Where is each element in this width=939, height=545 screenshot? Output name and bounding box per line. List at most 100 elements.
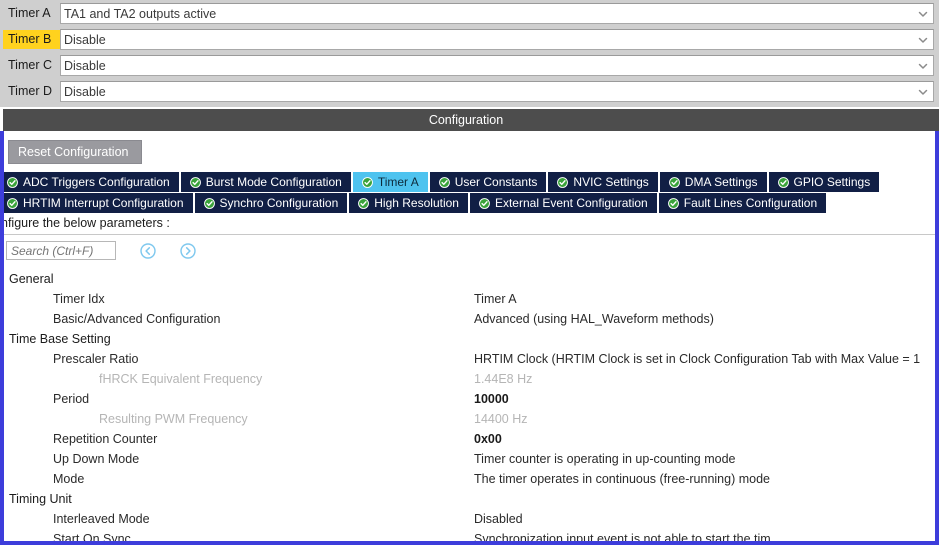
parameter-group-row[interactable]: Time Base Setting xyxy=(4,329,935,349)
parameter-name: Prescaler Ratio xyxy=(53,352,139,366)
parameter-value[interactable]: 0x00 xyxy=(474,429,502,449)
timer-output-value: Disable xyxy=(64,32,106,47)
parameter-value[interactable]: Synchronization input event is not able … xyxy=(474,529,771,541)
timer-row-timer-b: Timer B Disable xyxy=(0,27,939,52)
tab-user-constants[interactable]: User Constants xyxy=(429,172,547,192)
parameter-row[interactable]: Repetition Counter 0x00 xyxy=(4,429,935,449)
tab-dma-settings[interactable]: DMA Settings xyxy=(659,172,767,192)
parameter-name: General xyxy=(9,272,54,286)
tab-gpio-settings[interactable]: GPIO Settings xyxy=(768,172,880,192)
check-circle-icon xyxy=(203,197,215,209)
parameter-name: Time Base Setting xyxy=(9,332,111,346)
parameter-group-row[interactable]: General xyxy=(4,269,935,289)
check-circle-icon xyxy=(668,176,680,188)
parameter-row[interactable]: fHRCK Equivalent Frequency 1.44E8 Hz xyxy=(4,369,935,389)
chevron-down-icon[interactable] xyxy=(917,60,929,72)
tab-adc-triggers-configuration[interactable]: ADC Triggers Configuration xyxy=(4,172,179,192)
parameter-tree[interactable]: General Timer Idx Timer A Basic/Advanced Co… xyxy=(4,269,935,541)
search-toolbar xyxy=(6,241,196,260)
parameter-value[interactable]: 14400 Hz xyxy=(474,409,528,429)
parameter-row[interactable]: Prescaler Ratio HRTIM Clock (HRTIM Clock … xyxy=(4,349,935,369)
timer-row-timer-c: Timer C Disable xyxy=(0,53,939,78)
tab-burst-mode-configuration[interactable]: Burst Mode Configuration xyxy=(180,172,351,192)
parameter-value[interactable]: HRTIM Clock (HRTIM Clock is set in Clock… xyxy=(474,349,920,369)
parameter-name: Repetition Counter xyxy=(53,432,158,446)
timer-output-value: Disable xyxy=(64,58,106,73)
parameter-row[interactable]: Timer Idx Timer A xyxy=(4,289,935,309)
parameter-name: Mode xyxy=(53,472,85,486)
parameter-value[interactable]: Timer A xyxy=(474,289,517,309)
check-circle-icon xyxy=(361,176,373,188)
search-previous-icon[interactable] xyxy=(140,242,156,259)
timer-output-select[interactable]: Disable xyxy=(60,29,934,50)
parameter-row[interactable]: Up Down Mode Timer counter is operating i… xyxy=(4,449,935,469)
configuration-header-band: Configuration xyxy=(3,109,939,131)
parameter-row[interactable]: Interleaved Mode Disabled xyxy=(4,509,935,529)
tab-row-2: HRTIM Interrupt Configuration Synchro Con… xyxy=(4,193,935,213)
timer-label: Timer D xyxy=(8,84,52,98)
reset-configuration-button[interactable]: Reset Configuration xyxy=(8,140,142,164)
timer-label: Timer B xyxy=(3,30,60,49)
tab-high-resolution[interactable]: High Resolution xyxy=(349,193,468,213)
parameter-value[interactable]: The timer operates in continuous (free-r… xyxy=(474,469,770,489)
timer-label: Timer C xyxy=(8,58,52,72)
check-circle-icon xyxy=(438,176,450,188)
parameter-name: Timing Unit xyxy=(9,492,72,506)
timer-label: Timer A xyxy=(8,6,51,20)
chevron-down-icon[interactable] xyxy=(917,34,929,46)
parameter-name: Start On Sync xyxy=(53,532,131,541)
tab-label: Synchro Configuration xyxy=(219,196,339,210)
tab-label: Burst Mode Configuration xyxy=(205,175,342,189)
tab-synchro-configuration[interactable]: Synchro Configuration xyxy=(194,193,348,213)
parameter-value[interactable]: 10000 xyxy=(474,389,509,409)
configuration-tabs: ADC Triggers Configuration Burst Mode Con… xyxy=(4,172,935,214)
chevron-down-icon[interactable] xyxy=(917,8,929,20)
parameter-name: Resulting PWM Frequency xyxy=(99,412,248,426)
parameter-name: Timer Idx xyxy=(53,292,105,306)
configuration-panel: Reset Configuration ADC Triggers Configu… xyxy=(0,131,939,545)
check-circle-icon xyxy=(7,197,18,209)
parameter-value[interactable]: Advanced (using HAL_Waveform methods) xyxy=(474,309,714,329)
tab-label: GPIO Settings xyxy=(793,175,871,189)
tab-hrtim-interrupt-configuration[interactable]: HRTIM Interrupt Configuration xyxy=(4,193,193,213)
timer-row-timer-a: Timer A TA1 and TA2 outputs active xyxy=(0,1,939,26)
tab-label: HRTIM Interrupt Configuration xyxy=(23,196,184,210)
parameter-row[interactable]: Mode The timer operates in continuous (fr… xyxy=(4,469,935,489)
parameter-name: Interleaved Mode xyxy=(53,512,150,526)
tab-nvic-settings[interactable]: NVIC Settings xyxy=(548,172,658,192)
check-circle-icon xyxy=(479,197,490,209)
search-input[interactable] xyxy=(6,241,116,260)
check-circle-icon xyxy=(557,176,569,188)
tab-label: Timer A xyxy=(377,175,419,189)
tab-label: External Event Configuration xyxy=(494,196,648,210)
parameter-value[interactable]: Timer counter is operating in up-countin… xyxy=(474,449,735,469)
timer-output-value: TA1 and TA2 outputs active xyxy=(64,6,217,21)
parameter-value[interactable]: Disabled xyxy=(474,509,523,529)
tab-timer-a[interactable]: Timer A xyxy=(352,172,428,192)
timer-row-timer-d: Timer D Disable xyxy=(0,79,939,104)
parameter-row[interactable]: Period 10000 xyxy=(4,389,935,409)
reset-configuration-label: Reset Configuration xyxy=(18,145,129,159)
parameter-value[interactable]: 1.44E8 Hz xyxy=(474,369,532,389)
tab-fault-lines-configuration[interactable]: Fault Lines Configuration xyxy=(658,193,827,213)
search-next-icon[interactable] xyxy=(180,242,196,259)
chevron-down-icon[interactable] xyxy=(917,86,929,98)
tab-label: Fault Lines Configuration xyxy=(683,196,818,210)
parameter-name: Up Down Mode xyxy=(53,452,140,466)
parameter-group-row[interactable]: Timing Unit xyxy=(4,489,935,509)
timer-output-select[interactable]: Disable xyxy=(60,55,934,76)
tab-external-event-configuration[interactable]: External Event Configuration xyxy=(469,193,657,213)
check-circle-icon xyxy=(777,176,789,188)
stm32cubemx-hrtim-configuration-screen: Timer A TA1 and TA2 outputs active Timer B… xyxy=(0,0,939,545)
tab-label: User Constants xyxy=(454,175,538,189)
timer-output-select[interactable]: TA1 and TA2 outputs active xyxy=(60,3,934,24)
tab-label: High Resolution xyxy=(374,196,459,210)
parameter-row[interactable]: Resulting PWM Frequency 14400 Hz xyxy=(4,409,935,429)
parameter-row[interactable]: Basic/Advanced Configuration Advanced (us… xyxy=(4,309,935,329)
hint-divider xyxy=(4,234,935,235)
tab-row-1: ADC Triggers Configuration Burst Mode Con… xyxy=(4,172,935,192)
timer-output-select[interactable]: Disable xyxy=(60,81,934,102)
parameter-row[interactable]: Start On Sync Synchronization input event… xyxy=(4,529,935,541)
check-circle-icon xyxy=(7,176,18,188)
timer-output-value: Disable xyxy=(64,84,106,99)
